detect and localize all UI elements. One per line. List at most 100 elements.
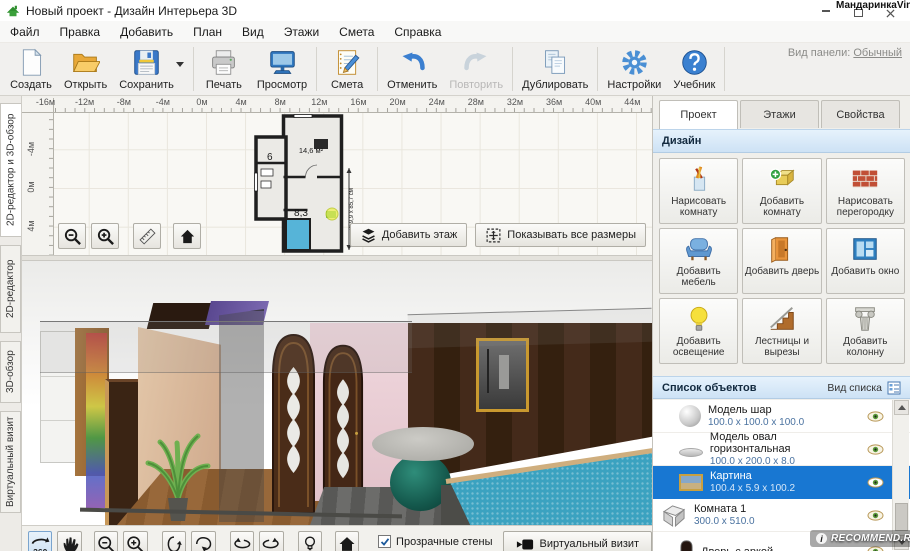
list-view-icon[interactable] [887, 381, 901, 395]
tab-project[interactable]: Проект [659, 100, 738, 129]
design-buttons-grid: Нарисовать комнату Добавить комнату Нари… [659, 158, 905, 364]
armchair-icon [684, 234, 714, 264]
stairs-button[interactable]: Лестницы и вырезы [742, 298, 821, 364]
2d-home-button[interactable] [173, 223, 201, 249]
selection-halo [326, 208, 338, 220]
list-item-oval[interactable]: Модель овал горизонтальная100.0 x 200.0 … [653, 433, 910, 466]
menu-view[interactable]: Вид [232, 22, 274, 42]
add-floor-button[interactable]: Добавить этаж [350, 223, 467, 247]
add-room-button[interactable]: Добавить комнату [742, 158, 821, 224]
menu-add[interactable]: Добавить [110, 22, 183, 42]
monitor-icon [268, 48, 297, 77]
3d-viewport[interactable] [22, 261, 652, 525]
2d-zoom-out-button[interactable] [58, 223, 86, 249]
list-scrollbar[interactable] [892, 400, 909, 550]
2d-plan-canvas[interactable]: 6 14,6 м² 8,3 359,9 х 85,7 см Добавить э… [54, 113, 652, 255]
duplicate-button[interactable]: Дублировать [516, 47, 594, 92]
sphere-icon [679, 405, 701, 427]
tab-floors[interactable]: Этажи [740, 100, 819, 128]
save-dropdown-arrow[interactable] [176, 62, 184, 67]
scroll-up-button[interactable] [894, 400, 909, 415]
visibility-eye-icon[interactable] [867, 444, 884, 455]
zoom-out-icon [63, 227, 82, 246]
orbit-cw-icon [261, 534, 281, 551]
visibility-eye-icon[interactable] [867, 411, 884, 422]
wall-picture[interactable] [476, 338, 529, 412]
orbit-left-button[interactable] [230, 531, 254, 551]
objects-list: Модель шар100.0 x 100.0 x 100.0 Модель о… [653, 400, 910, 551]
rotate-vertical-button[interactable] [162, 531, 186, 551]
menu-estimate[interactable]: Смета [329, 22, 384, 42]
lighting-button[interactable] [298, 531, 322, 551]
virtual-visit-button[interactable]: Виртуальный визит [503, 531, 653, 551]
rotate-horizontal-button[interactable] [191, 531, 215, 551]
menu-file[interactable]: Файл [0, 22, 50, 42]
add-window-button[interactable]: Добавить окно [826, 228, 905, 294]
undo-button[interactable]: Отменить [381, 47, 443, 92]
main-toolbar: Создать Открыть Сохранить Печать Просмот… [0, 43, 910, 96]
orbit-right-button[interactable] [259, 531, 283, 551]
scroll-thumb[interactable] [895, 503, 908, 531]
show-all-sizes-button[interactable]: Показывать все размеры [475, 223, 646, 247]
add-column-button[interactable]: Добавить колонну [826, 298, 905, 364]
menu-floors[interactable]: Этажи [274, 22, 329, 42]
3d-zoom-in-button[interactable] [123, 531, 147, 551]
toolbar-separator [724, 47, 725, 91]
glass-top-band-right [408, 308, 652, 348]
tab-virtual-visit[interactable]: Виртуальный визит [0, 411, 21, 513]
pencil-cup-icon [684, 164, 714, 194]
preview-button[interactable]: Просмотр [251, 47, 313, 92]
pan-button[interactable] [57, 531, 81, 551]
round-table[interactable] [372, 427, 474, 461]
settings-button[interactable]: Настройки [601, 47, 667, 92]
visibility-eye-icon[interactable] [867, 510, 884, 521]
oval-icon [679, 448, 703, 457]
tutorial-button[interactable]: Учебник [667, 47, 721, 92]
measure-button[interactable] [133, 223, 161, 249]
floor-plan[interactable]: 6 14,6 м² 8,3 359,9 х 85,7 см [254, 113, 356, 254]
list-item-picture-selected[interactable]: Картина100.4 x 5.9 x 100.2 [653, 466, 910, 499]
menu-edit[interactable]: Правка [50, 22, 111, 42]
3d-zoom-out-button[interactable] [94, 531, 118, 551]
help-icon [680, 48, 709, 77]
redo-icon [462, 48, 491, 77]
open-button[interactable]: Открыть [58, 47, 113, 92]
tab-2d-and-3d[interactable]: 2D-редактор и 3D-обзор [0, 103, 21, 237]
list-item-sphere[interactable]: Модель шар100.0 x 100.0 x 100.0 [653, 400, 910, 433]
add-furniture-button[interactable]: Добавить мебель [659, 228, 738, 294]
draw-partition-button[interactable]: Нарисовать перегородку [826, 158, 905, 224]
visibility-eye-icon[interactable] [867, 477, 884, 488]
panel-view-value-link[interactable]: Обычный [853, 47, 902, 59]
tab-properties[interactable]: Свойства [821, 100, 900, 128]
orbit-ccw-icon [232, 534, 252, 551]
add-light-button[interactable]: Добавить освещение [659, 298, 738, 364]
print-button[interactable]: Печать [197, 47, 251, 92]
save-button[interactable]: Сохранить [113, 47, 190, 92]
3d-home-button[interactable] [335, 531, 359, 551]
hand-icon [60, 534, 80, 551]
view-360-button[interactable]: 360 [28, 531, 52, 551]
draw-room-button[interactable]: Нарисовать комнату [659, 158, 738, 224]
room-b-area-label: 14,6 м² [299, 146, 324, 155]
home-icon [178, 227, 197, 246]
room-a-label: 6 [267, 152, 273, 163]
irecommend-icon: i [816, 533, 827, 544]
tab-3d-view[interactable]: 3D-обзор [0, 341, 21, 403]
menu-plan[interactable]: План [183, 22, 232, 42]
transparent-walls-checkbox[interactable]: Прозрачные стены [378, 535, 492, 548]
minimize-button[interactable] [818, 4, 834, 18]
save-floppy-icon [132, 48, 161, 77]
2d-editor-pane: -16м -12м -8м -4м 0м 4м 8м 12м 16м 20м 2… [22, 96, 652, 255]
window-title: Новый проект - Дизайн Интерьера 3D [26, 4, 237, 18]
list-item-room[interactable]: Комната 1300.0 x 510.0 [653, 499, 910, 532]
create-button[interactable]: Создать [4, 47, 58, 92]
list-view-label: Вид списка [827, 382, 882, 394]
add-door-button[interactable]: Добавить дверь [742, 228, 821, 294]
estimate-button[interactable]: Смета [320, 47, 374, 92]
redo-button[interactable]: Повторить [443, 47, 509, 92]
plant[interactable] [140, 403, 215, 523]
door-left[interactable] [105, 379, 138, 525]
2d-zoom-in-button[interactable] [91, 223, 119, 249]
tab-2d-editor[interactable]: 2D-редактор [0, 245, 21, 333]
menu-help[interactable]: Справка [384, 22, 451, 42]
